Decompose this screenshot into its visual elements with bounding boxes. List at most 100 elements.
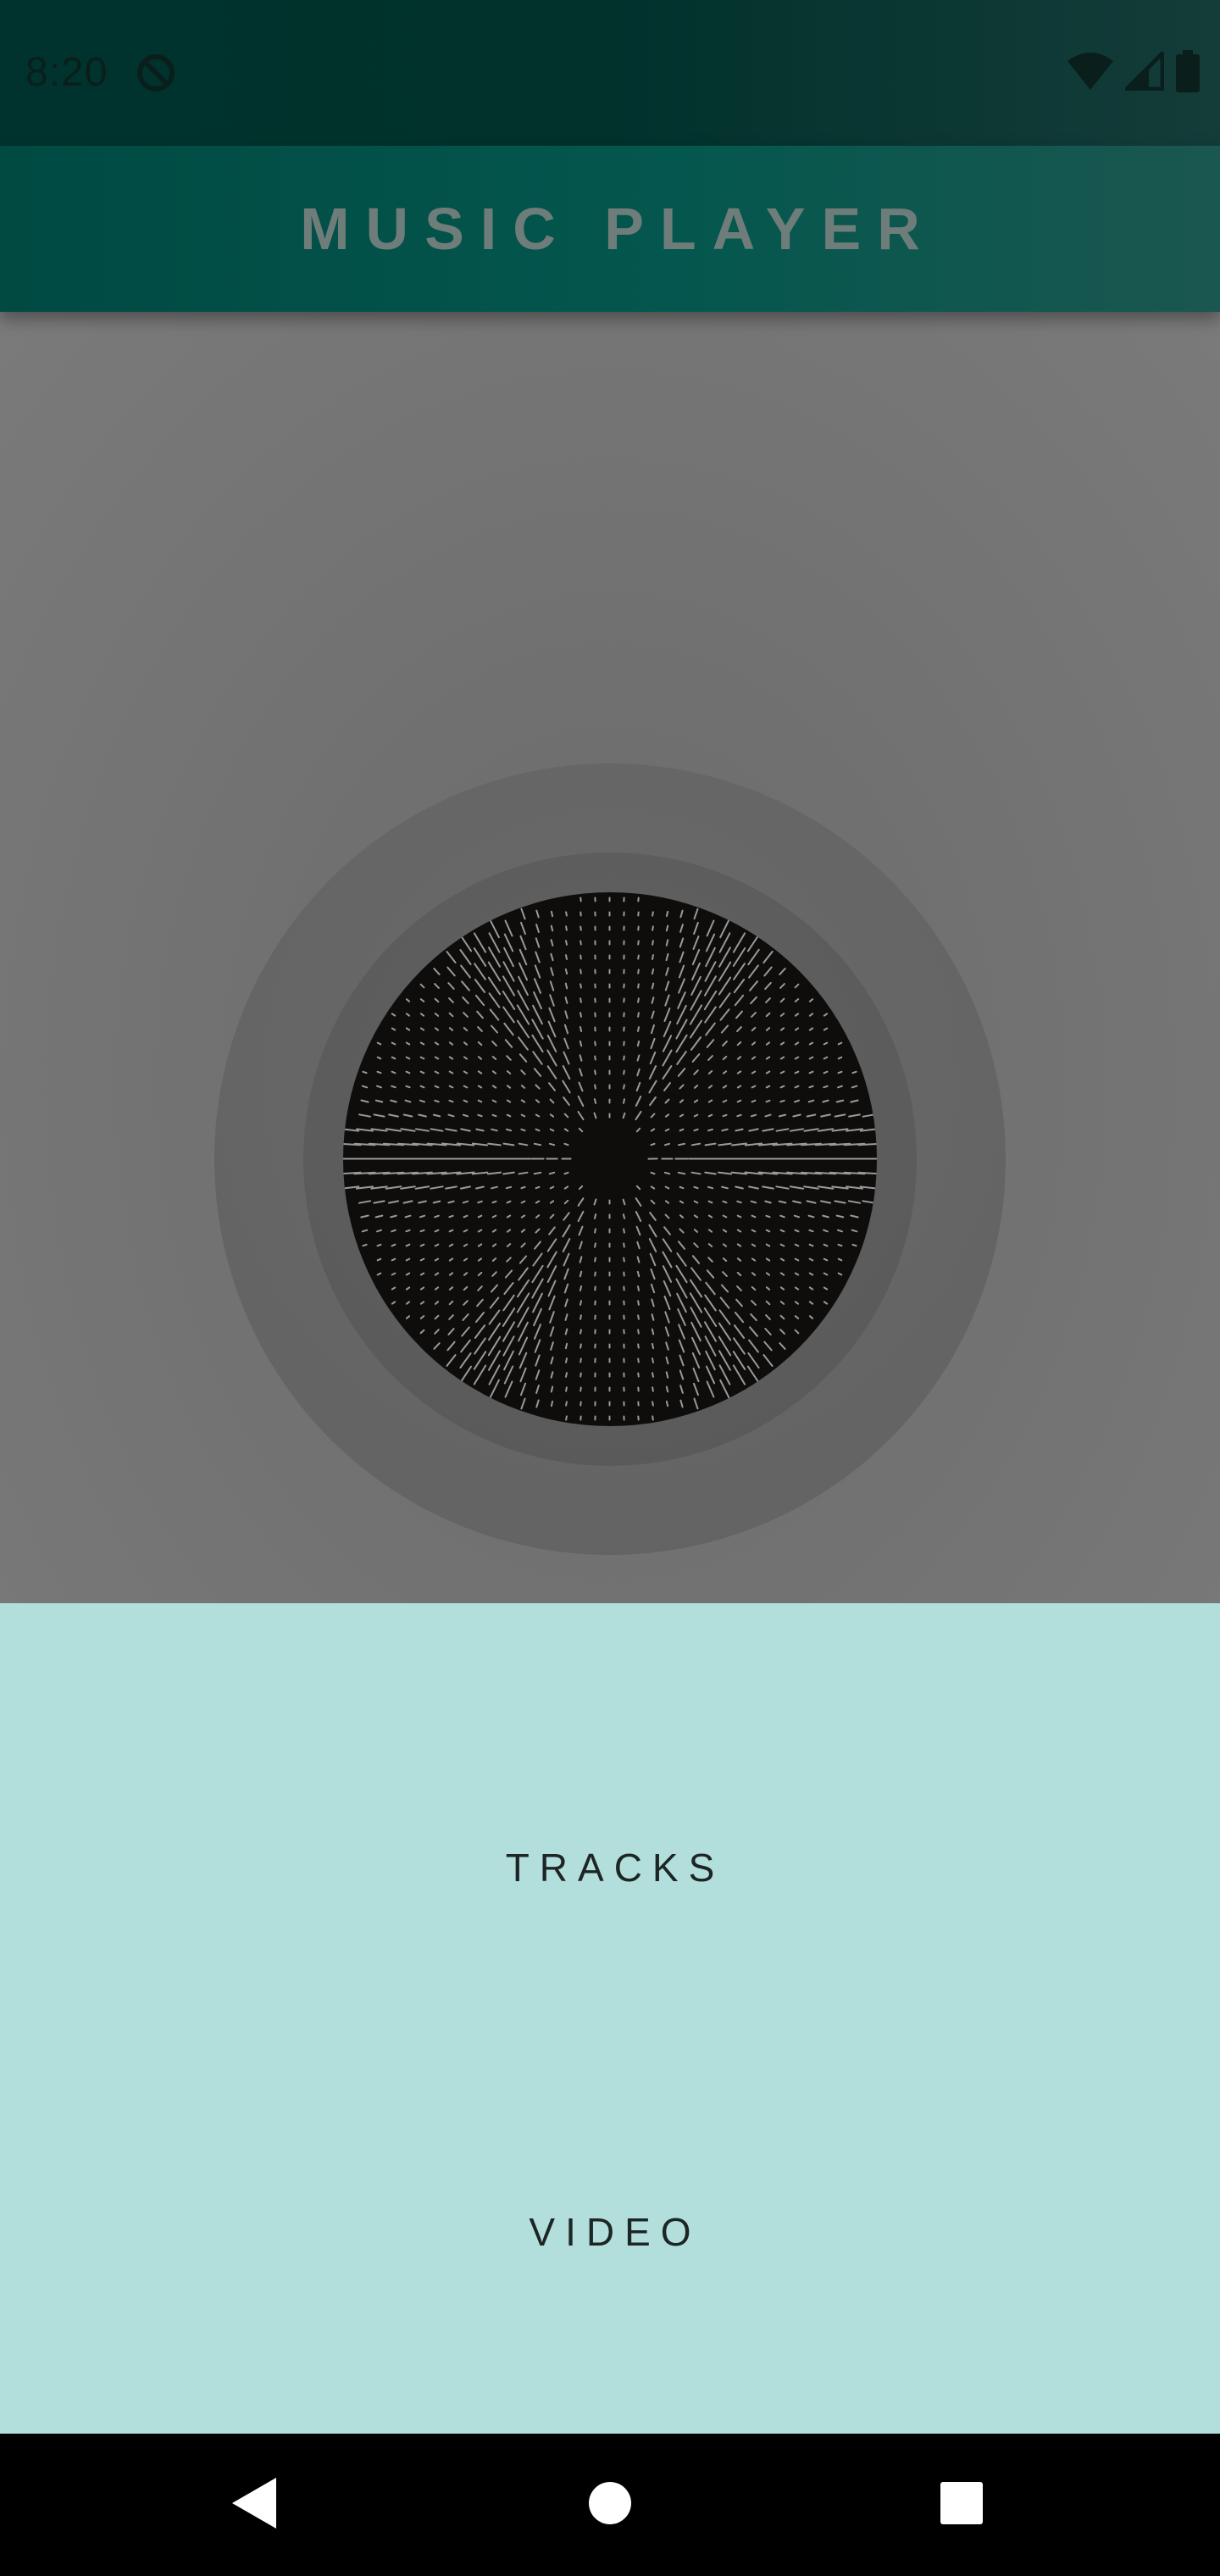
visualizer-particle <box>506 1214 512 1219</box>
audio-visualizer-disc[interactable] <box>343 892 877 1426</box>
visualizer-particle <box>549 1311 555 1324</box>
app-bar: MUSIC PLAYER <box>0 146 1220 312</box>
visualizer-particle <box>746 1365 761 1385</box>
visualizer-particle <box>535 1084 541 1090</box>
visualizer-particle <box>563 1024 569 1035</box>
visualizer-particle <box>837 1085 843 1089</box>
visualizer-particle <box>837 1257 843 1262</box>
visualizer-particle <box>419 998 425 1002</box>
visualizer-particle <box>434 997 440 1003</box>
visualizer-particle <box>503 933 514 952</box>
visualizer-particle <box>506 1055 512 1061</box>
visualizer-particle <box>679 1200 685 1204</box>
visualizer-particle <box>505 1185 513 1190</box>
visualizer-particle <box>477 1085 483 1089</box>
visualizer-particle <box>534 964 541 979</box>
visualizer-particle <box>461 1326 470 1337</box>
visualizer-particle <box>764 1113 772 1118</box>
visualizer-particle <box>794 998 800 1002</box>
visualizer-particle <box>665 939 669 947</box>
visualizer-particle <box>823 1301 829 1305</box>
visualizer-particle <box>547 1280 557 1297</box>
visualizer-particle <box>491 1099 497 1103</box>
visualizer-particle <box>503 1022 514 1036</box>
home-button[interactable] <box>568 2462 652 2547</box>
visualizer-particle <box>434 1056 440 1060</box>
visualizer-particle <box>577 1197 585 1207</box>
visualizer-particle <box>690 1171 702 1175</box>
visualizer-particle <box>434 1301 440 1305</box>
visualizer-particle <box>808 1257 814 1262</box>
visualizer-particle <box>475 1128 485 1132</box>
visualizer-particle <box>706 1380 715 1398</box>
visualizer-particle <box>677 1068 686 1077</box>
visualizer-particle <box>808 1056 814 1060</box>
visualizer-particle <box>518 1352 528 1369</box>
visualizer-particle <box>548 1171 556 1175</box>
visualizer-particle <box>405 1243 411 1247</box>
visualizer-particle <box>751 1229 757 1233</box>
visualizer-particle <box>520 1099 526 1103</box>
visualizer-particle <box>831 1128 849 1132</box>
visualizer-particle <box>565 1357 568 1363</box>
visualizer-particle <box>563 1268 569 1280</box>
visualizer-particle <box>765 1272 771 1276</box>
visualizer-particle <box>474 963 486 980</box>
visualizer-particle <box>736 1085 742 1089</box>
visualizer-particle <box>692 935 700 950</box>
visualizer-particle <box>678 978 685 994</box>
visualizer-particle <box>664 1185 670 1190</box>
visualizer-particle <box>502 1294 515 1312</box>
visualizer-particle <box>506 1070 512 1074</box>
visualizer-particle <box>691 962 701 981</box>
visualizer-particle <box>808 1085 814 1089</box>
tracks-button[interactable]: TRACKS <box>0 1783 1220 1952</box>
visualizer-particle <box>487 1142 502 1146</box>
visualizer-particle <box>549 1185 555 1190</box>
visualizer-particle <box>489 1008 500 1021</box>
visualizer-particle <box>391 1070 396 1074</box>
visualizer-particle <box>400 1128 416 1132</box>
visualizer-particle <box>751 1243 757 1247</box>
visualizer-particle <box>448 1041 454 1046</box>
visualizer-particle <box>448 1300 454 1306</box>
visualizer-particle <box>778 1113 787 1118</box>
visualizer-particle <box>402 1113 413 1118</box>
visualizer-particle <box>593 1112 597 1119</box>
visualizer-particle <box>650 1268 656 1280</box>
back-button[interactable] <box>212 2462 297 2547</box>
video-button[interactable]: VIDEO <box>0 2147 1220 2317</box>
visualizer-particle <box>794 1229 800 1233</box>
recents-button[interactable] <box>919 2462 1004 2547</box>
visualizer-particle <box>736 1056 742 1060</box>
visualizer-particle <box>535 951 541 963</box>
visualizer-particle <box>518 1171 529 1175</box>
visualizer-particle <box>651 1313 655 1321</box>
visualizer-particle <box>391 1027 396 1031</box>
visualizer-particle <box>718 1322 732 1341</box>
visualizer-particle <box>391 1013 396 1017</box>
visualizer-particle <box>491 1041 497 1046</box>
visualizer-particle <box>676 1252 687 1267</box>
visualizer-particle <box>675 1034 688 1053</box>
visualizer-particle <box>535 1113 541 1118</box>
visualizer-particle <box>662 1049 673 1067</box>
visualizer-particle <box>448 1286 454 1291</box>
visualizer-particle <box>736 1070 742 1074</box>
visualizer-particle <box>516 1019 530 1039</box>
visualizer-particle <box>719 1008 730 1021</box>
visualizer-particle <box>765 1286 771 1291</box>
visualizer-particle <box>405 1315 411 1319</box>
visualizer-particle <box>664 1142 670 1146</box>
visualizer-particle <box>765 1257 771 1262</box>
visualizer-particle <box>448 1272 454 1276</box>
visualizer-particle <box>463 1099 469 1103</box>
visualizer-particle <box>477 1041 483 1046</box>
visualizer-particles <box>343 897 877 1421</box>
visualizer-particle <box>722 1070 728 1074</box>
visualizer-particle <box>533 1307 542 1327</box>
visualizer-particle <box>691 1053 701 1063</box>
visualizer-particle <box>358 1200 372 1204</box>
visualizer-particle <box>548 1295 556 1311</box>
visualizer-particle <box>693 1382 699 1396</box>
